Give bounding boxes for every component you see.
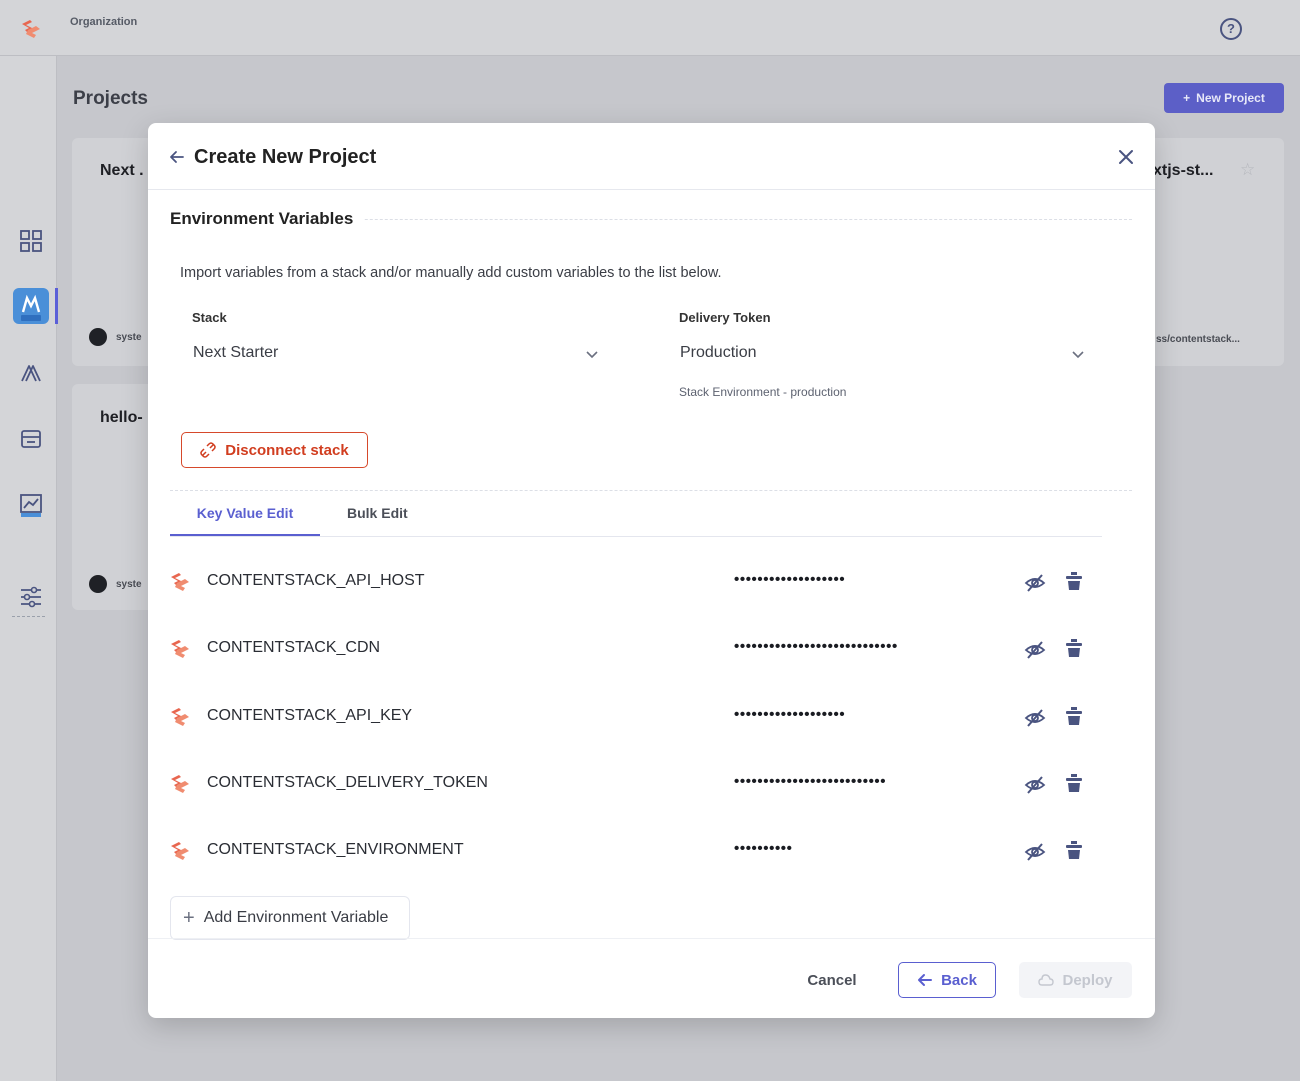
stack-label: Stack (192, 310, 227, 325)
help-icon[interactable]: ? (1220, 18, 1242, 40)
repo-label: syste (116, 332, 142, 343)
sidebar-divider (12, 616, 45, 617)
intro-text: Import variables from a stack and/or man… (180, 265, 722, 281)
sidebar (0, 56, 57, 1081)
stack-select[interactable]: Next Starter (193, 336, 603, 370)
eye-off-icon[interactable] (1024, 639, 1046, 661)
env-variable-key[interactable]: CONTENTSTACK_API_HOST (207, 572, 425, 590)
plus-icon: + (183, 906, 195, 929)
trash-icon[interactable] (1065, 773, 1083, 793)
close-icon[interactable] (1116, 147, 1136, 167)
section-title: Environment Variables (170, 209, 364, 229)
delivery-token-select[interactable]: Production (680, 336, 1090, 370)
add-variable-label: Add Environment Variable (203, 909, 389, 926)
contentstack-logo-icon (171, 573, 189, 591)
organization-label[interactable]: Organization (70, 16, 137, 28)
github-icon (89, 575, 107, 593)
page-title: Projects (73, 88, 148, 109)
marketplace-icon[interactable] (18, 426, 44, 452)
launch-icon[interactable] (13, 288, 49, 324)
trash-icon[interactable] (1065, 706, 1083, 726)
env-variable-value[interactable]: ••••••••••••••••••• (734, 706, 845, 723)
eye-off-icon[interactable] (1024, 774, 1046, 796)
settings-icon[interactable] (18, 584, 44, 610)
broken-link-icon (200, 442, 217, 458)
back-button[interactable]: Back (898, 962, 996, 998)
contentstack-logo-icon (171, 707, 189, 726)
delivery-token-label: Delivery Token (679, 310, 771, 325)
contentstack-logo-icon (171, 842, 189, 861)
back-arrow-icon[interactable] (168, 148, 186, 166)
back-label: Back (941, 971, 977, 989)
env-variable-value[interactable]: •••••••••• (734, 840, 793, 857)
star-icon[interactable]: ☆ (1240, 160, 1255, 180)
trash-icon[interactable] (1065, 638, 1083, 658)
stack-value: Next Starter (193, 344, 279, 361)
env-variable-value[interactable]: •••••••••••••••••••••••••••• (734, 638, 898, 655)
env-variable-row: CONTENTSTACK_ENVIRONMENT •••••••••• (148, 832, 1155, 872)
chevron-down-icon[interactable] (585, 347, 599, 361)
env-variable-row: CONTENTSTACK_API_KEY ••••••••••••••••••• (148, 698, 1155, 738)
automations-icon[interactable] (18, 360, 44, 386)
footer-divider (148, 938, 1155, 939)
divider (170, 490, 1132, 491)
back-arrow-icon (918, 974, 933, 986)
delivery-token-value: Production (680, 344, 757, 361)
cancel-button[interactable]: Cancel (792, 963, 872, 997)
deploy-label: Deploy (1062, 971, 1113, 989)
github-icon (89, 328, 107, 346)
project-card-title: xtjs-st... (1153, 162, 1214, 179)
env-variable-key[interactable]: CONTENTSTACK_DELIVERY_TOKEN (207, 774, 488, 792)
analytics-icon[interactable] (18, 492, 44, 518)
chevron-down-icon[interactable] (1071, 347, 1085, 361)
env-variable-value[interactable]: •••••••••••••••••••••••••• (734, 773, 886, 790)
trash-icon[interactable] (1065, 571, 1083, 591)
new-project-label: New Project (1196, 91, 1265, 105)
stack-environment-hint: Stack Environment - production (679, 385, 847, 399)
plus-icon: + (1183, 91, 1191, 105)
trash-icon[interactable] (1065, 840, 1083, 860)
env-variable-key[interactable]: CONTENTSTACK_ENVIRONMENT (207, 841, 464, 859)
eye-off-icon[interactable] (1024, 841, 1046, 863)
add-environment-variable-button[interactable]: + Add Environment Variable (170, 896, 410, 940)
env-variable-row: CONTENTSTACK_CDN ••••••••••••••••••••••••… (148, 630, 1155, 670)
env-variable-row: CONTENTSTACK_API_HOST ••••••••••••••••••• (148, 563, 1155, 603)
eye-off-icon[interactable] (1024, 707, 1046, 729)
contentstack-logo-icon (171, 640, 189, 659)
env-variable-value[interactable]: ••••••••••••••••••• (734, 571, 845, 588)
eye-off-icon[interactable] (1024, 572, 1046, 594)
env-variable-row: CONTENTSTACK_DELIVERY_TOKEN •••••••••••••… (148, 765, 1155, 805)
modal-header: Create New Project (148, 123, 1155, 190)
deploy-button[interactable]: Deploy (1019, 962, 1132, 998)
tabs-baseline (170, 536, 1102, 537)
new-project-button[interactable]: + New Project (1164, 83, 1284, 113)
create-project-modal: Create New Project Environment Variables… (148, 123, 1155, 1018)
project-card-title: hello- (100, 409, 143, 426)
tab-key-value-edit[interactable]: Key Value Edit (170, 505, 320, 536)
tab-bulk-edit[interactable]: Bulk Edit (347, 505, 408, 521)
env-variable-key[interactable]: CONTENTSTACK_CDN (207, 639, 380, 657)
dashboard-icon[interactable] (18, 228, 44, 254)
modal-title: Create New Project (194, 146, 377, 168)
project-card-title: Next . (100, 162, 144, 179)
repo-label: syste (116, 579, 142, 590)
cloud-icon (1038, 974, 1055, 986)
repo-label: ss/contentstack... (1156, 334, 1240, 345)
env-variable-key[interactable]: CONTENTSTACK_API_KEY (207, 707, 412, 725)
disconnect-label: Disconnect stack (225, 441, 349, 459)
contentstack-logo[interactable] (18, 18, 44, 40)
top-bar: Organization ? (0, 0, 1300, 56)
sidebar-active-indicator (55, 288, 58, 324)
contentstack-logo-icon (171, 774, 189, 793)
disconnect-stack-button[interactable]: Disconnect stack (181, 432, 368, 468)
